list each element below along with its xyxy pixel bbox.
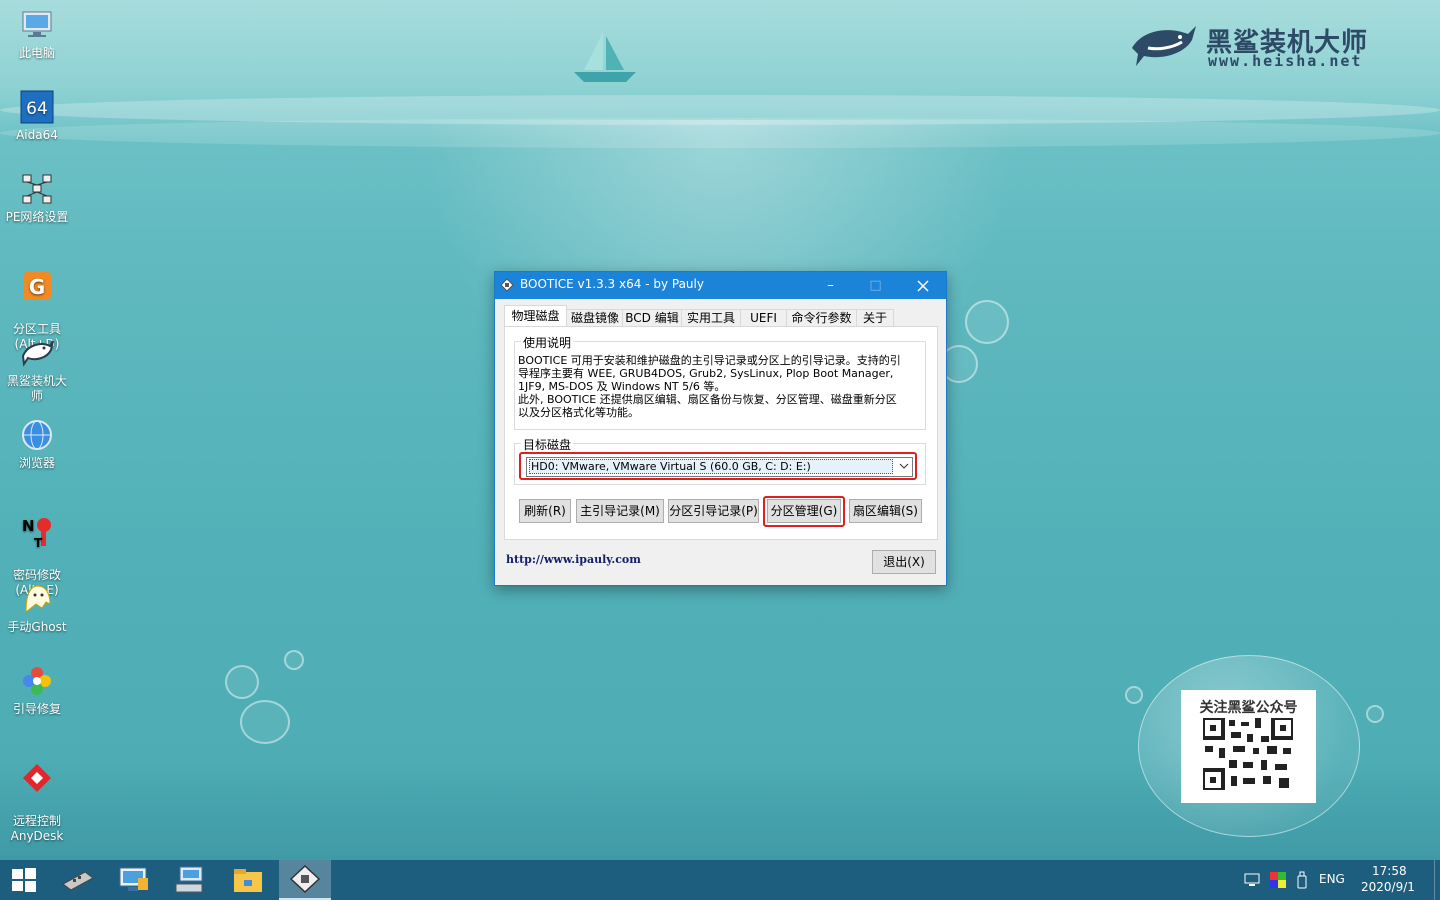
partition-manage-highlight (763, 496, 845, 527)
bubble (225, 665, 259, 699)
desktop-icon-label: 浏览器 (18, 456, 55, 470)
taskbar-item-pc-manager[interactable] (108, 860, 160, 900)
pbr-button[interactable]: 分区引导记录(P) (668, 499, 759, 523)
browser-icon (22, 420, 52, 450)
desktop-icon-label: PE网络设置 (5, 210, 69, 224)
title-bar[interactable]: BOOTICE v1.3.3 x64 - by Pauly – □ (495, 272, 946, 299)
password-icon: N T (22, 517, 51, 549)
taskbar-item-explorer[interactable] (222, 860, 274, 900)
taskbar: ENG 17:58 2020/9/1 (0, 860, 1440, 900)
partition-tool-icon: G (23, 272, 51, 300)
close-button[interactable] (900, 272, 945, 299)
window-title: BOOTICE v1.3.3 x64 - by Pauly (520, 277, 704, 291)
bootice-window: BOOTICE v1.3.3 x64 - by Pauly – □ 物理磁盘 磁… (494, 271, 947, 586)
show-desktop-button[interactable] (1434, 860, 1440, 900)
keyboard-monitor-icon (175, 866, 203, 893)
bootice-icon (289, 864, 321, 894)
tab-bcd-edit[interactable]: BCD 编辑 (622, 309, 682, 327)
shark-icon (21, 340, 54, 367)
desktop-icon-heisha[interactable]: 黑鲨装机大师 (2, 336, 72, 404)
desktop-icon-label: 引导修复 (12, 702, 61, 716)
folder-icon (234, 869, 262, 892)
desktop-icon-label: 手动Ghost (7, 620, 67, 634)
bubble (284, 650, 304, 670)
svg-text:T: T (34, 536, 43, 549)
qr-title: 关注黑鲨公众号 (1199, 700, 1298, 716)
clock-time[interactable]: 17:58 (1372, 864, 1407, 878)
color-tray-icon[interactable] (1270, 872, 1286, 888)
bootice-app-icon (500, 278, 514, 292)
ghost-icon (25, 585, 51, 614)
desktop-icon-label: 黑鲨装机大师 (6, 374, 67, 403)
svg-text:N: N (22, 517, 35, 535)
desktop-icon-aida64[interactable]: 64 Aida64 (2, 90, 72, 143)
tab-utilities[interactable]: 实用工具 (681, 309, 741, 327)
desktop-icon-this-pc[interactable]: 此电脑 (2, 8, 72, 61)
target-disk-highlight (519, 452, 917, 480)
network-status-icon[interactable] (1244, 872, 1262, 888)
bubble (240, 700, 290, 744)
usage-description: BOOTICE 可用于安装和维护磁盘的主引导记录或分区上的引导记录。支持的引导程… (518, 354, 904, 419)
bubble (1125, 686, 1143, 704)
usb-device-icon[interactable] (1296, 871, 1308, 889)
sector-edit-button[interactable]: 扇区编辑(S) (849, 499, 922, 523)
tab-cmdline[interactable]: 命令行参数 (786, 309, 857, 327)
pc-manager-icon (119, 867, 148, 891)
minimize-button[interactable]: – (808, 272, 853, 299)
tab-disk-image[interactable]: 磁盘镜像 (566, 309, 624, 327)
ime-indicator[interactable]: ENG (1319, 872, 1345, 886)
tab-uefi[interactable]: UEFI (740, 309, 787, 327)
windows-icon (12, 868, 36, 892)
desktop-icon-label: 此电脑 (18, 46, 55, 60)
start-button[interactable] (0, 860, 48, 900)
bubble (1366, 705, 1384, 723)
svg-text:64: 64 (26, 99, 48, 119)
taskbar-item-bootice[interactable] (279, 860, 331, 900)
mbr-button[interactable]: 主引导记录(M) (576, 499, 664, 523)
desktop-icon-ghost[interactable]: 手动Ghost (2, 582, 72, 635)
clock-date[interactable]: 2020/9/1 (1361, 880, 1415, 894)
usage-group: 使用说明 BOOTICE 可用于安装和维护磁盘的主引导记录或分区上的引导记录。支… (514, 334, 926, 430)
usage-text-2: 此外, BOOTICE 还提供扇区编辑、扇区备份与恢复、分区管理、磁盘重新分区以… (518, 393, 897, 419)
tab-physical-disk[interactable]: 物理磁盘 (504, 305, 567, 327)
anydesk-icon (23, 764, 51, 792)
taskbar-item-disk-tool[interactable] (52, 860, 104, 900)
qr-code-icon (1203, 718, 1293, 790)
maximize-button[interactable]: □ (853, 272, 898, 299)
disk-tool-icon (62, 871, 94, 891)
svg-text:G: G (29, 275, 45, 299)
sailboat-icon (574, 32, 636, 82)
desktop-icon-network[interactable]: PE网络设置 (2, 172, 72, 225)
desktop-icon-anydesk[interactable]: 远程控制 AnyDesk (2, 746, 72, 844)
ipauly-link[interactable]: http://www.ipauly.com (506, 553, 641, 566)
taskbar-item-remote[interactable] (164, 860, 216, 900)
shark-logo-icon (1132, 26, 1196, 66)
qr-card: 关注黑鲨公众号 (1181, 690, 1316, 803)
usage-text-1: BOOTICE 可用于安装和维护磁盘的主引导记录或分区上的引导记录。支持的引导程… (518, 354, 901, 393)
boot-repair-icon (23, 667, 51, 695)
desktop-icon-browser[interactable]: 浏览器 (2, 418, 72, 471)
target-disk-label: 目标磁盘 (521, 436, 574, 453)
computer-icon (22, 11, 52, 37)
usage-label: 使用说明 (521, 334, 574, 351)
tab-about[interactable]: 关于 (856, 309, 894, 327)
desktop-icon-label: Aida64 (16, 128, 58, 142)
aida64-icon: 64 (20, 90, 54, 124)
refresh-button[interactable]: 刷新(R) (519, 499, 571, 523)
bubble (965, 300, 1009, 344)
desktop-icon-boot-repair[interactable]: 引导修复 (2, 664, 72, 717)
close-icon (916, 280, 929, 292)
brand-logo: 黑鲨装机大师 www.heisha.net (1128, 18, 1398, 78)
network-icon (22, 174, 52, 204)
desktop-icon-label: 远程控制 AnyDesk (10, 814, 64, 843)
exit-button[interactable]: 退出(X) (872, 550, 936, 574)
logo-url: www.heisha.net (1208, 52, 1363, 70)
